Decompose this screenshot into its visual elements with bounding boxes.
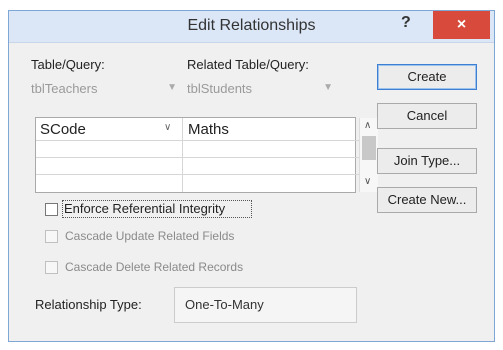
title-bar: Edit Relationships ? × bbox=[9, 11, 494, 43]
table-query-combo[interactable]: tblTeachers ▼ bbox=[31, 81, 181, 101]
scroll-up-icon[interactable]: ∧ bbox=[364, 120, 371, 131]
cancel-button[interactable]: Cancel bbox=[377, 103, 477, 129]
enforce-integrity-checkbox[interactable] bbox=[45, 203, 58, 216]
column-divider bbox=[182, 118, 183, 192]
create-button[interactable]: Create bbox=[377, 64, 477, 90]
fields-grid[interactable]: SCode ∨ Maths ∧ ∨ bbox=[35, 117, 378, 193]
relationship-type-label: Relationship Type: bbox=[35, 297, 142, 312]
row-divider bbox=[36, 174, 359, 175]
row-divider bbox=[36, 157, 359, 158]
field-cell-right[interactable]: Maths bbox=[188, 121, 229, 138]
chevron-down-icon: ▼ bbox=[323, 82, 333, 93]
close-icon[interactable]: × bbox=[433, 11, 490, 39]
table-query-label: Table/Query: bbox=[31, 57, 105, 72]
table-query-label-text: Table/Query: bbox=[31, 57, 105, 72]
join-type-button[interactable]: Join Type... bbox=[377, 148, 477, 174]
help-icon[interactable]: ? bbox=[401, 14, 411, 32]
cascade-update-checkbox[interactable] bbox=[45, 230, 58, 243]
table-query-value: tblTeachers bbox=[31, 81, 98, 96]
cascade-delete-label: Cascade Delete Related Records bbox=[65, 260, 244, 274]
dialog-title: Edit Relationships bbox=[187, 17, 316, 34]
row-divider bbox=[36, 140, 359, 141]
grid-scrollbar[interactable]: ∧ ∨ bbox=[359, 118, 378, 192]
related-table-query-combo[interactable]: tblStudents ▼ bbox=[187, 81, 337, 101]
related-table-query-value: tblStudents bbox=[187, 81, 253, 96]
cascade-delete-checkbox[interactable] bbox=[45, 261, 58, 274]
scroll-thumb[interactable] bbox=[362, 136, 376, 160]
field-cell-left[interactable]: SCode bbox=[40, 121, 86, 138]
related-table-query-label: Related Table/Query: bbox=[187, 57, 309, 72]
enforce-integrity-label: Enforce Referential Integrity bbox=[64, 201, 226, 216]
scroll-down-icon[interactable]: ∨ bbox=[364, 176, 371, 187]
chevron-down-icon: ▼ bbox=[167, 82, 177, 93]
edit-relationships-dialog: Edit Relationships ? × Table/Query: Rela… bbox=[8, 10, 495, 342]
related-table-query-label-text: Related Table/Query: bbox=[187, 57, 309, 72]
cascade-update-label: Cascade Update Related Fields bbox=[65, 229, 235, 243]
chevron-down-icon[interactable]: ∨ bbox=[164, 122, 171, 133]
create-new-button[interactable]: Create New... bbox=[377, 187, 477, 213]
relationship-type-value: One-To-Many bbox=[174, 287, 357, 323]
